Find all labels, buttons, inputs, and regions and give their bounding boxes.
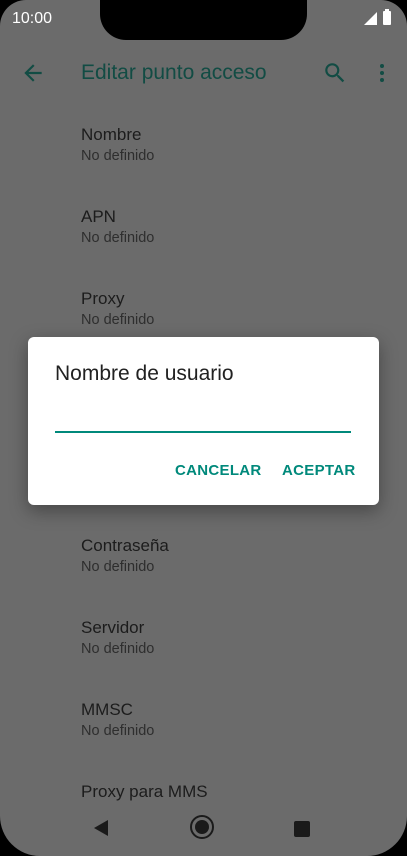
nav-home-icon[interactable] (190, 815, 214, 839)
setting-title: Servidor (81, 618, 145, 637)
page-title: Editar punto acceso (81, 61, 267, 84)
navigation-bar (0, 800, 407, 856)
username-dialog: Nombre de usuario CANCELAR ACEPTAR (28, 337, 379, 505)
setting-summary: No definido (81, 148, 155, 164)
search-icon[interactable] (322, 60, 348, 86)
setting-item-apn[interactable]: APN No definido (81, 206, 381, 248)
setting-title: Contraseña (81, 536, 169, 555)
setting-title: MMSC (81, 700, 133, 719)
setting-item-contrasena[interactable]: Contraseña No definido (81, 535, 381, 577)
username-input[interactable] (55, 409, 351, 433)
screen: 10:00 Editar punto acceso Nombre No defi… (0, 0, 407, 856)
app-bar: Editar punto acceso (0, 46, 407, 102)
cancel-button[interactable]: CANCELAR (175, 462, 262, 479)
battery-icon (383, 9, 391, 25)
status-bar: 10:00 (0, 0, 407, 40)
setting-summary: No definido (81, 230, 155, 246)
nav-back-icon[interactable] (94, 820, 108, 836)
status-time: 10:00 (12, 10, 53, 27)
setting-item-servidor[interactable]: Servidor No definido (81, 617, 381, 659)
setting-item-nombre[interactable]: Nombre No definido (81, 124, 381, 166)
setting-summary: No definido (81, 723, 155, 739)
system-icons (364, 9, 391, 25)
dialog-title: Nombre de usuario (55, 362, 234, 385)
setting-item-proxy[interactable]: Proxy No definido (81, 288, 381, 330)
setting-title: APN (81, 207, 116, 226)
display-notch (100, 0, 307, 40)
more-vert-icon[interactable] (370, 60, 394, 86)
phone-frame: 10:00 Editar punto acceso Nombre No defi… (0, 0, 407, 856)
setting-title: Proxy (81, 289, 125, 308)
back-arrow-icon[interactable] (20, 60, 46, 86)
setting-item-mmsc[interactable]: MMSC No definido (81, 699, 381, 741)
setting-summary: No definido (81, 641, 155, 657)
setting-summary: No definido (81, 312, 155, 328)
signal-icon (364, 12, 377, 25)
setting-title: Nombre (81, 125, 142, 144)
accept-button[interactable]: ACEPTAR (282, 462, 356, 479)
setting-summary: No definido (81, 559, 155, 575)
nav-recents-icon[interactable] (294, 821, 310, 837)
